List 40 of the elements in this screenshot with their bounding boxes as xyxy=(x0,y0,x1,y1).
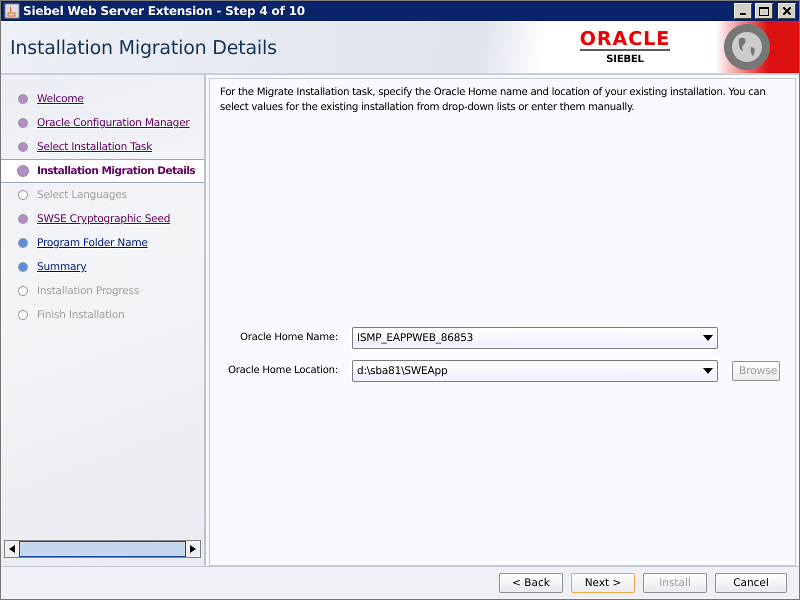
step-link[interactable]: Welcome xyxy=(37,93,84,105)
step-dot-icon xyxy=(18,190,28,200)
step-link[interactable]: SWSE Cryptographic Seed xyxy=(37,213,170,225)
description-text: For the Migrate Installation task, specify the Oracle Home name and location of your existing installation. You can select values for the existing installation from drop-down lists or enter them manually. xyxy=(220,86,766,115)
product-name: SIEBEL xyxy=(606,54,644,65)
step-dot-icon xyxy=(18,310,28,320)
maximize-button[interactable] xyxy=(755,3,773,19)
minimize-button[interactable] xyxy=(734,3,752,19)
step-link[interactable]: Summary xyxy=(37,261,86,273)
step-dot-icon xyxy=(18,286,28,296)
right-arrow-icon[interactable] xyxy=(190,545,196,553)
step-dot-icon xyxy=(18,262,28,272)
step-dot-icon xyxy=(17,165,29,177)
step-link[interactable]: Oracle Configuration Manager xyxy=(37,117,190,129)
step-dot-icon xyxy=(18,238,28,248)
step-label: Select Languages xyxy=(37,189,127,201)
step-link[interactable]: Program Folder Name xyxy=(37,237,148,249)
step-dot-icon xyxy=(18,94,28,104)
globe-icon xyxy=(723,23,771,71)
step-dot-icon xyxy=(18,142,28,152)
step-dot-icon xyxy=(18,118,28,128)
step-dot-icon xyxy=(18,214,28,224)
step-label: Installation Progress xyxy=(37,285,140,297)
step-link[interactable]: Select Installation Task xyxy=(37,141,152,153)
wizard-button[interactable]: Cancel xyxy=(715,573,787,593)
field-label: Oracle Home Name: xyxy=(239,331,338,345)
window-title: Siebel Web Server Extension - Step 4 of 10 xyxy=(23,4,306,18)
brand-name: ORACLE xyxy=(580,29,670,51)
wizard-button[interactable]: < Back xyxy=(499,573,563,593)
field-label: Oracle Home Location: xyxy=(227,364,338,378)
horizontal-scrollbar[interactable] xyxy=(4,540,201,558)
wizard-button[interactable]: Next > xyxy=(571,573,635,593)
maximize-icon xyxy=(759,6,769,16)
combo-box[interactable]: ISMP_EAPPWEB_86853 xyxy=(352,327,718,349)
combo-box[interactable]: d:\sba81\SWEApp xyxy=(352,360,718,382)
step-label: Finish Installation xyxy=(37,309,125,321)
close-button[interactable] xyxy=(778,3,796,19)
page-title: Installation Migration Details xyxy=(9,36,278,61)
left-arrow-icon[interactable] xyxy=(9,545,15,553)
close-icon xyxy=(783,7,791,15)
